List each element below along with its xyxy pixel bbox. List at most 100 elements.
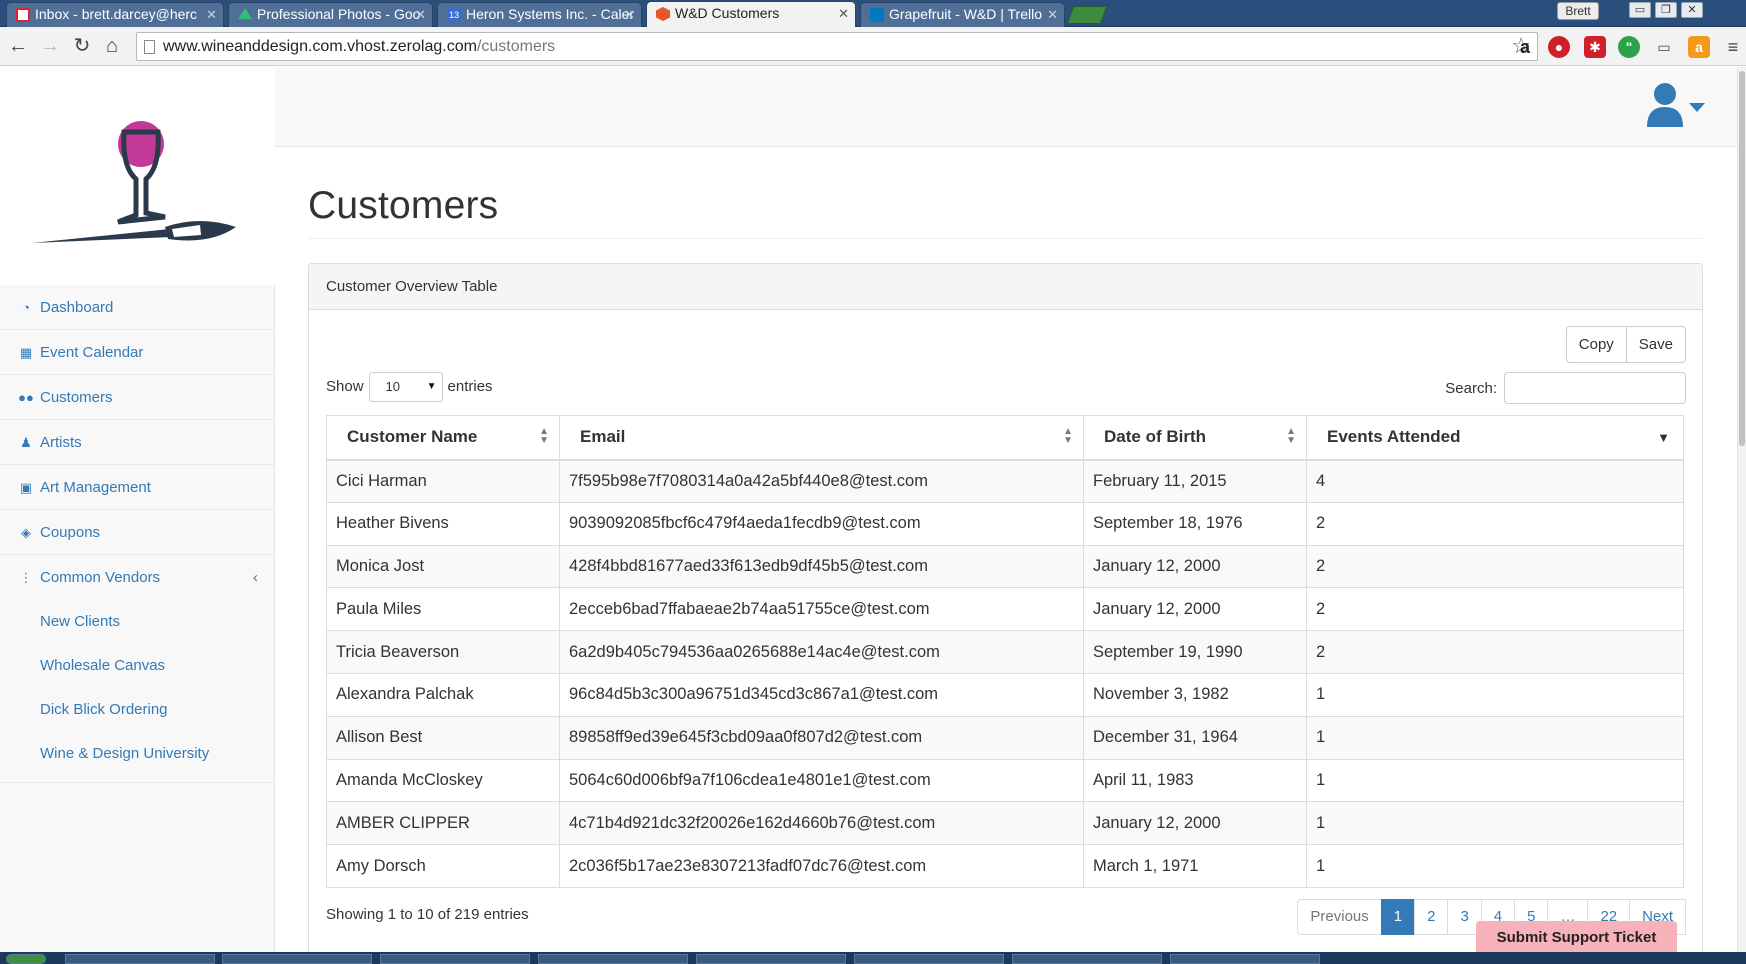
person-icon: ♟ (20, 435, 32, 450)
sidebar-item-art-management[interactable]: ▣ Art Management (0, 465, 274, 510)
page-scrollbar[interactable] (1737, 67, 1746, 964)
amazon-assistant-icon[interactable]: a (1688, 36, 1710, 58)
browser-tab-drive[interactable]: Professional Photos - Goo ✕ (228, 2, 433, 27)
table-row[interactable]: Cici Harman 7f595b98e7f7080314a0a42a5bf44… (326, 459, 1684, 503)
events-attended-cell: 2 (1306, 501, 1684, 546)
sidebar-subitem-dick-blick-ordering[interactable]: Dick Blick Ordering (0, 688, 274, 732)
taskbar-item[interactable] (538, 954, 688, 964)
maximize-window-button[interactable]: ❐ (1655, 2, 1677, 18)
sidebar-item-customers[interactable]: ●● Customers (0, 375, 274, 420)
taskbar-item[interactable] (1170, 954, 1320, 964)
submit-support-ticket-button[interactable]: Submit Support Ticket (1476, 921, 1677, 955)
browser-tab-gmail[interactable]: Inbox - brett.darcey@herc ✕ (6, 2, 224, 27)
back-arrow-icon[interactable]: ← (6, 34, 30, 58)
sort-both-icon: ▲ ▼ (1286, 426, 1296, 446)
sidebar-subitem-wine-design-university[interactable]: Wine & Design University (0, 732, 274, 776)
taskbar-item[interactable] (65, 954, 215, 964)
browser-tab-customers[interactable]: W&D Customers ✕ (646, 1, 856, 28)
column-header-events-attended[interactable]: Events Attended ▼ (1306, 415, 1684, 461)
home-icon[interactable]: ⌂ (100, 34, 124, 58)
browser-toolbar: ← → ↻ ⌂ www.wineanddesign.com.vhost.zero… (0, 27, 1746, 66)
email-cell: 4c71b4d921dc32f20026e162d4660b76@test.co… (559, 801, 1084, 846)
tag-icon: ◈ (21, 525, 31, 540)
sidebar-subitem-wholesale-canvas[interactable]: Wholesale Canvas (0, 644, 274, 688)
table-row[interactable]: Paula Miles 2ecceb6bad7ffabaeae2b74aa5175… (326, 587, 1684, 632)
sidebar-item-label: Event Calendar (40, 344, 144, 361)
taskbar-item[interactable] (380, 954, 530, 964)
address-bar[interactable]: www.wineanddesign.com.vhost.zerolag.com/… (136, 32, 1538, 61)
customer-name-cell: Amanda McCloskey (326, 758, 560, 803)
forward-arrow-icon[interactable]: → (38, 34, 62, 58)
search-input[interactable] (1504, 372, 1686, 404)
adblock-icon[interactable]: ● (1548, 36, 1570, 58)
browser-user-chip[interactable]: Brett (1557, 2, 1599, 20)
pagination-page-2[interactable]: 2 (1414, 899, 1449, 935)
sidebar-nav: ◔ Dashboard ▦ Event Calendar ●● Customer… (0, 285, 274, 783)
taskbar-item[interactable] (696, 954, 846, 964)
close-icon[interactable]: ✕ (415, 3, 426, 26)
column-header-customer-name[interactable]: Customer Name ▲ ▼ (326, 415, 560, 461)
table-row[interactable]: Heather Bivens 9039092085fbcf6c479f4aeda1… (326, 501, 1684, 546)
pagination-previous[interactable]: Previous (1297, 899, 1382, 935)
customers-table: Customer Name ▲ ▼ Email ▲ ▼ Date of Birth … (326, 415, 1684, 888)
table-row[interactable]: Monica Jost 428f4bbd81677aed33f613edb9df4… (326, 544, 1684, 589)
table-info: Showing 1 to 10 of 219 entries (326, 906, 529, 923)
browser-tab-calendar[interactable]: 13 Heron Systems Inc. - Caler ✕ (437, 2, 642, 27)
date-of-birth-cell: September 18, 1976 (1083, 501, 1307, 546)
taskbar-item[interactable] (854, 954, 1004, 964)
customer-name-cell: Allison Best (326, 715, 560, 760)
browser-tab-trello[interactable]: Grapefruit - W&D | Trello ✕ (860, 2, 1065, 27)
reload-icon[interactable]: ↻ (70, 34, 94, 58)
sidebar-item-event-calendar[interactable]: ▦ Event Calendar (0, 330, 274, 375)
sort-both-icon: ▲ ▼ (1063, 426, 1073, 446)
scrollbar-thumb[interactable] (1739, 71, 1745, 446)
export-buttons: Copy Save (1565, 326, 1686, 363)
date-of-birth-cell: November 3, 1982 (1083, 672, 1307, 717)
customer-name-cell: AMBER CLIPPER (326, 801, 560, 846)
table-row[interactable]: Allison Best 89858ff9ed39e645f3cbd09aa0f8… (326, 715, 1684, 760)
entries-per-page-select[interactable]: 10 ▼ (368, 372, 443, 402)
table-row[interactable]: Tricia Beaverson 6a2d9b405c794536aa026568… (326, 630, 1684, 674)
events-attended-cell: 1 (1306, 758, 1684, 803)
column-header-date-of-birth[interactable]: Date of Birth ▲ ▼ (1083, 415, 1307, 461)
sidebar-subitem-new-clients[interactable]: New Clients (0, 600, 274, 644)
events-attended-cell: 2 (1306, 587, 1684, 632)
lastpass-icon[interactable]: ✱ (1584, 36, 1606, 58)
date-of-birth-cell: September 19, 1990 (1083, 630, 1307, 674)
sidebar-item-common-vendors[interactable]: ⋮ Common Vendors ‹ (0, 555, 274, 600)
date-of-birth-cell: February 11, 2015 (1083, 459, 1307, 503)
date-of-birth-cell: December 31, 1964 (1083, 715, 1307, 760)
table-row[interactable]: Alexandra Palchak 96c84d5b3c300a96751d345… (326, 672, 1684, 717)
taskbar-item[interactable] (1012, 954, 1162, 964)
hangouts-icon[interactable]: " (1618, 36, 1640, 58)
tab-title: Inbox - brett.darcey@herc (35, 6, 198, 22)
sidebar-item-label: Art Management (40, 479, 151, 496)
sidebar-item-coupons[interactable]: ◈ Coupons (0, 510, 274, 555)
sort-both-icon: ▲ ▼ (539, 426, 549, 446)
close-window-button[interactable]: ✕ (1681, 2, 1703, 18)
tab-title: Professional Photos - Goo (257, 6, 421, 22)
menu-icon[interactable]: ≡ (1722, 36, 1744, 58)
logo[interactable] (0, 67, 275, 285)
amazon-icon[interactable]: a (1514, 36, 1536, 58)
close-icon[interactable]: ✕ (206, 3, 217, 26)
table-row[interactable]: Amanda McCloskey 5064c60d006bf9a7f106cdea… (326, 758, 1684, 803)
start-button[interactable] (6, 954, 46, 964)
close-icon[interactable]: ✕ (624, 3, 635, 26)
pagination-page-1[interactable]: 1 (1380, 899, 1416, 935)
sidebar-item-dashboard[interactable]: ◔ Dashboard (0, 285, 274, 330)
close-icon[interactable]: ✕ (1047, 3, 1058, 26)
cast-icon[interactable]: ▭ (1653, 36, 1675, 58)
copy-button[interactable]: Copy (1565, 326, 1627, 363)
minimize-window-button[interactable]: ▭ (1629, 2, 1651, 18)
user-menu-button[interactable] (1647, 81, 1709, 133)
new-tab-button[interactable] (1066, 6, 1108, 24)
save-button[interactable]: Save (1626, 326, 1686, 363)
sidebar-item-artists[interactable]: ♟ Artists (0, 420, 274, 465)
email-cell: 89858ff9ed39e645f3cbd09aa0f807d2@test.co… (559, 715, 1084, 760)
table-row[interactable]: AMBER CLIPPER 4c71b4d921dc32f20026e162d46… (326, 801, 1684, 846)
table-row[interactable]: Amy Dorsch 2c036f5b17ae23e8307213fadf07dc… (326, 844, 1684, 888)
close-icon[interactable]: ✕ (838, 2, 849, 25)
taskbar-item[interactable] (222, 954, 372, 964)
column-header-email[interactable]: Email ▲ ▼ (559, 415, 1084, 461)
